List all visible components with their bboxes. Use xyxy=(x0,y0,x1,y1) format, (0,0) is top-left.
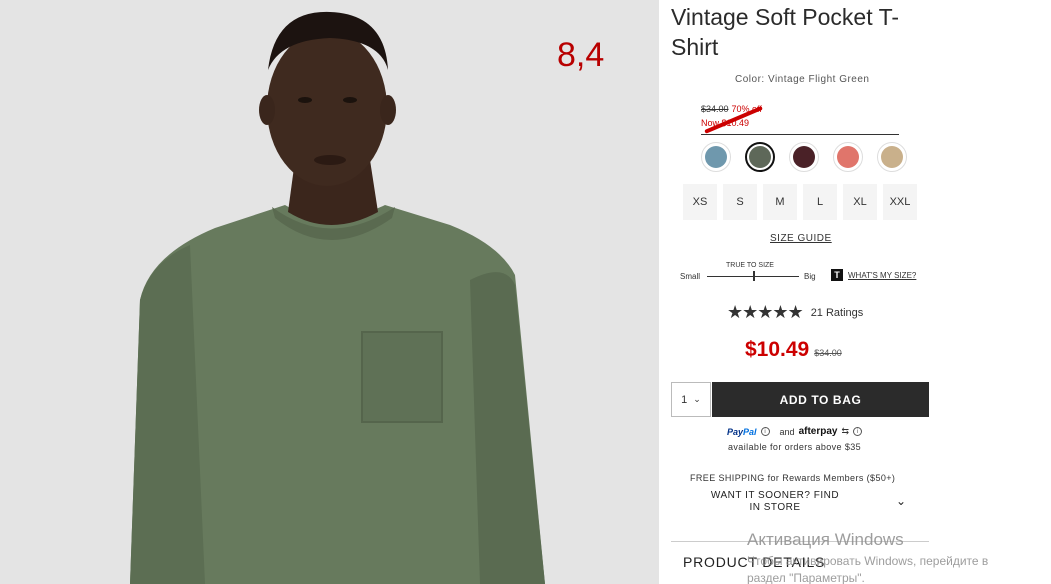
swatch-color xyxy=(793,146,815,168)
product-panel: Vintage Soft Pocket T-Shirt Color: Vinta… xyxy=(659,0,1051,584)
windows-activation-watermark: Активация Windows Чтобы активировать Win… xyxy=(747,530,988,584)
paypal-logo-icon: PayPal xyxy=(727,426,757,437)
true-to-size-label: TRUE TO SIZE xyxy=(726,262,774,269)
info-icon[interactable]: i xyxy=(760,427,770,436)
and-label: and xyxy=(779,426,795,437)
product-photo-illustration xyxy=(0,0,659,584)
color-swatch-coral[interactable] xyxy=(833,142,863,172)
size-guide-link[interactable]: SIZE GUIDE xyxy=(770,233,832,244)
old-price: $34.00 xyxy=(701,104,729,114)
chevron-down-icon: ⌄ xyxy=(693,394,701,404)
whats-my-size-link[interactable]: WHAT'S MY SIZE? xyxy=(848,271,916,280)
color-swatch-green[interactable] xyxy=(745,142,775,172)
size-option-xl[interactable]: XL xyxy=(843,184,877,220)
info-icon[interactable]: i xyxy=(853,427,863,436)
fit-scale: TRUE TO SIZE Small Big T WHAT'S MY SIZE? xyxy=(680,262,920,286)
free-shipping-text: FREE SHIPPING for Rewards Members ($50+) xyxy=(690,473,896,483)
size-option-xs[interactable]: XS xyxy=(683,184,717,220)
fit-scale-marker xyxy=(753,271,755,281)
add-to-bag-button[interactable]: ADD TO BAG xyxy=(712,382,929,417)
sale-price: $10.49 xyxy=(745,338,810,361)
size-option-xxl[interactable]: XXL xyxy=(883,184,917,220)
afterpay-logo-icon: afterpay xyxy=(798,426,838,437)
rating-count: 21 Ratings xyxy=(810,306,864,319)
swatch-color xyxy=(837,146,859,168)
color-swatches xyxy=(701,142,907,172)
product-image[interactable]: 8,4 xyxy=(0,0,659,584)
color-label: Color: Vintage Flight Green xyxy=(735,74,870,85)
payment-options: PayPal i and afterpay ⇆ i xyxy=(727,426,863,437)
original-price: $34.00 xyxy=(814,348,842,358)
swatch-color xyxy=(705,146,727,168)
chevron-down-icon[interactable]: ⌄ xyxy=(896,494,906,508)
annotation-label: 8,4 xyxy=(557,36,605,74)
size-option-m[interactable]: M xyxy=(763,184,797,220)
watermark-line: Чтобы активировать Windows, перейдите в xyxy=(747,554,989,568)
swatch-color xyxy=(881,146,903,168)
size-option-l[interactable]: L xyxy=(803,184,837,220)
afterpay-availability: available for orders above $35 xyxy=(728,442,862,452)
watermark-title: Активация Windows xyxy=(747,530,904,549)
product-title: Vintage Soft Pocket T-Shirt xyxy=(671,4,900,60)
divider xyxy=(701,134,899,135)
quantity-value: 1 xyxy=(681,393,688,406)
color-swatch-blue[interactable] xyxy=(701,142,731,172)
price-block: $10.49 $34.00 xyxy=(745,338,842,362)
size-selector: XS S M L XL XXL xyxy=(683,184,917,220)
color-swatch-burgundy[interactable] xyxy=(789,142,819,172)
truefit-icon: T xyxy=(831,269,843,281)
size-option-s[interactable]: S xyxy=(723,184,757,220)
fit-big-label: Big xyxy=(804,272,816,281)
quantity-select[interactable]: 1 ⌄ xyxy=(671,382,711,417)
swatch-color xyxy=(749,146,771,168)
rating-summary[interactable]: ★★★★★ 21 Ratings xyxy=(727,302,863,323)
fit-small-label: Small xyxy=(680,272,701,281)
afterpay-arrows-icon: ⇆ xyxy=(841,426,850,436)
color-swatch-khaki[interactable] xyxy=(877,142,907,172)
find-in-store-toggle[interactable]: WANT IT SOONER? FIND IN STORE xyxy=(705,490,845,514)
watermark-line: раздел "Параметры". xyxy=(747,571,865,584)
star-rating-icon: ★★★★★ xyxy=(727,302,804,322)
